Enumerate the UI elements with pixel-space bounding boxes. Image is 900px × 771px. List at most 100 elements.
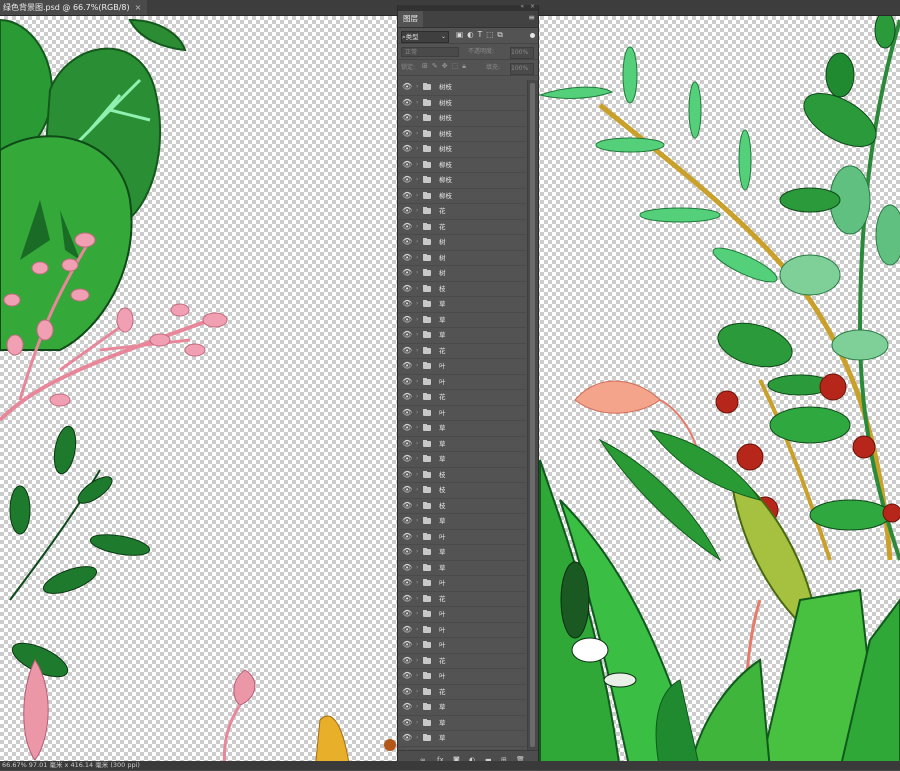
layer-name[interactable]: 柳枝 <box>439 189 452 203</box>
chevron-right-icon[interactable]: › <box>416 111 418 125</box>
layer-row[interactable]: 👁︎ › 草 <box>398 716 526 731</box>
visibility-eye-icon[interactable]: 👁︎ <box>402 80 412 94</box>
chevron-right-icon[interactable]: › <box>416 731 418 745</box>
visibility-eye-icon[interactable]: 👁︎ <box>402 499 412 513</box>
chevron-right-icon[interactable]: › <box>416 452 418 466</box>
visibility-eye-icon[interactable]: 👁︎ <box>402 468 412 482</box>
layer-name[interactable]: 草 <box>439 716 446 730</box>
chevron-right-icon[interactable]: › <box>416 716 418 730</box>
layer-row[interactable]: 👁︎ › 草 <box>398 452 526 468</box>
layer-name[interactable]: 花 <box>439 592 446 606</box>
visibility-eye-icon[interactable]: 👁︎ <box>402 96 412 110</box>
layer-row[interactable]: 👁︎ › 树枝 <box>398 142 526 158</box>
layer-name[interactable]: 草 <box>439 297 446 311</box>
layer-name[interactable]: 柳枝 <box>439 173 452 187</box>
layer-name[interactable]: 草 <box>439 437 446 451</box>
visibility-eye-icon[interactable]: 👁︎ <box>402 359 412 373</box>
layer-row[interactable]: 👁︎ › 叶 <box>398 406 526 421</box>
layer-name[interactable]: 枝 <box>439 468 446 482</box>
visibility-eye-icon[interactable]: 👁︎ <box>402 297 412 311</box>
chevron-right-icon[interactable]: › <box>416 235 418 249</box>
visibility-eye-icon[interactable]: 👁︎ <box>402 592 412 606</box>
lock-move-icon[interactable]: ✥ <box>442 62 452 70</box>
visibility-eye-icon[interactable]: 👁︎ <box>402 654 412 668</box>
chevron-right-icon[interactable]: › <box>416 638 418 652</box>
adjustment-filter-icon[interactable]: ◐ <box>467 30 478 39</box>
layer-name[interactable]: 草 <box>439 421 446 435</box>
visibility-eye-icon[interactable]: 👁︎ <box>402 483 412 497</box>
chevron-right-icon[interactable]: › <box>416 406 418 420</box>
visibility-eye-icon[interactable]: 👁︎ <box>402 328 412 342</box>
visibility-eye-icon[interactable]: 👁︎ <box>402 127 412 141</box>
layer-name[interactable]: 草 <box>439 313 446 327</box>
layer-name[interactable]: 草 <box>439 452 446 466</box>
layer-name[interactable]: 柳枝 <box>439 158 452 172</box>
fill-field[interactable]: 100% <box>510 63 534 75</box>
visibility-eye-icon[interactable]: 👁︎ <box>402 731 412 745</box>
layer-name[interactable]: 花 <box>439 204 446 218</box>
layer-row[interactable]: 👁︎ › 草 <box>398 514 526 530</box>
layer-name[interactable]: 枝 <box>439 282 446 296</box>
layer-name[interactable]: 枝 <box>439 499 446 513</box>
layer-row[interactable]: 👁︎ › 草 <box>398 700 526 716</box>
chevron-right-icon[interactable]: › <box>416 173 418 187</box>
chevron-right-icon[interactable]: › <box>416 127 418 141</box>
layer-row[interactable]: 👁︎ › 树 <box>398 251 526 266</box>
layer-row[interactable]: 👁︎ › 草 <box>398 421 526 437</box>
filter-toggle-icon[interactable] <box>530 33 535 38</box>
layer-row[interactable]: 👁︎ › 花 <box>398 204 526 220</box>
layer-row[interactable]: 👁︎ › 草 <box>398 328 526 344</box>
chevron-right-icon[interactable]: › <box>416 142 418 156</box>
scrollbar-thumb[interactable] <box>530 83 535 747</box>
chevron-right-icon[interactable]: › <box>416 468 418 482</box>
layer-row[interactable]: 👁︎ › 花 <box>398 654 526 669</box>
visibility-eye-icon[interactable]: 👁︎ <box>402 545 412 559</box>
layer-name[interactable]: 树枝 <box>439 96 452 110</box>
lock-artboard-icon[interactable]: ⬚ <box>452 62 463 70</box>
layer-row[interactable]: 👁︎ › 花 <box>398 220 526 235</box>
layer-name[interactable]: 叶 <box>439 669 446 683</box>
visibility-eye-icon[interactable]: 👁︎ <box>402 313 412 327</box>
layer-name[interactable]: 花 <box>439 654 446 668</box>
chevron-right-icon[interactable]: › <box>416 220 418 234</box>
smart-object-filter-icon[interactable]: ⧉ <box>497 30 506 39</box>
chevron-right-icon[interactable]: › <box>416 545 418 559</box>
visibility-eye-icon[interactable]: 👁︎ <box>402 576 412 590</box>
visibility-eye-icon[interactable]: 👁︎ <box>402 421 412 435</box>
layer-name[interactable]: 树 <box>439 235 446 249</box>
layer-name[interactable]: 叶 <box>439 607 446 621</box>
chevron-right-icon[interactable]: › <box>416 297 418 311</box>
layer-name[interactable]: 草 <box>439 514 446 528</box>
layer-row[interactable]: 👁︎ › 叶 <box>398 375 526 390</box>
chevron-right-icon[interactable]: › <box>416 282 418 296</box>
visibility-eye-icon[interactable]: 👁︎ <box>402 638 412 652</box>
layer-row[interactable]: 👁︎ › 叶 <box>398 530 526 545</box>
layer-row[interactable]: 👁︎ › 叶 <box>398 638 526 654</box>
chevron-right-icon[interactable]: › <box>416 561 418 575</box>
layer-row[interactable]: 👁︎ › 树枝 <box>398 111 526 127</box>
zoom-level[interactable]: 66.67% <box>2 761 27 769</box>
chevron-right-icon[interactable]: › <box>416 669 418 683</box>
chevron-right-icon[interactable]: › <box>416 80 418 94</box>
chevron-right-icon[interactable]: › <box>416 421 418 435</box>
chevron-right-icon[interactable]: › <box>416 499 418 513</box>
layer-list-scrollbar[interactable] <box>527 80 538 750</box>
visibility-eye-icon[interactable]: 👁︎ <box>402 173 412 187</box>
layer-row[interactable]: 👁︎ › 枝 <box>398 483 526 499</box>
visibility-eye-icon[interactable]: 👁︎ <box>402 189 412 203</box>
layer-name[interactable]: 树 <box>439 266 446 280</box>
visibility-eye-icon[interactable]: 👁︎ <box>402 685 412 699</box>
visibility-eye-icon[interactable]: 👁︎ <box>402 266 412 280</box>
layer-row[interactable]: 👁︎ › 树 <box>398 266 526 282</box>
layer-row[interactable]: 👁︎ › 叶 <box>398 607 526 623</box>
panel-close-icon[interactable]: × <box>530 3 535 10</box>
layer-row[interactable]: 👁︎ › 柳枝 <box>398 158 526 173</box>
layer-row[interactable]: 👁︎ › 草 <box>398 731 526 747</box>
visibility-eye-icon[interactable]: 👁︎ <box>402 235 412 249</box>
layer-row[interactable]: 👁︎ › 花 <box>398 685 526 700</box>
chevron-right-icon[interactable]: › <box>416 375 418 389</box>
visibility-eye-icon[interactable]: 👁︎ <box>402 251 412 265</box>
layer-name[interactable]: 花 <box>439 685 446 699</box>
visibility-eye-icon[interactable]: 👁︎ <box>402 437 412 451</box>
chevron-right-icon[interactable]: › <box>416 607 418 621</box>
